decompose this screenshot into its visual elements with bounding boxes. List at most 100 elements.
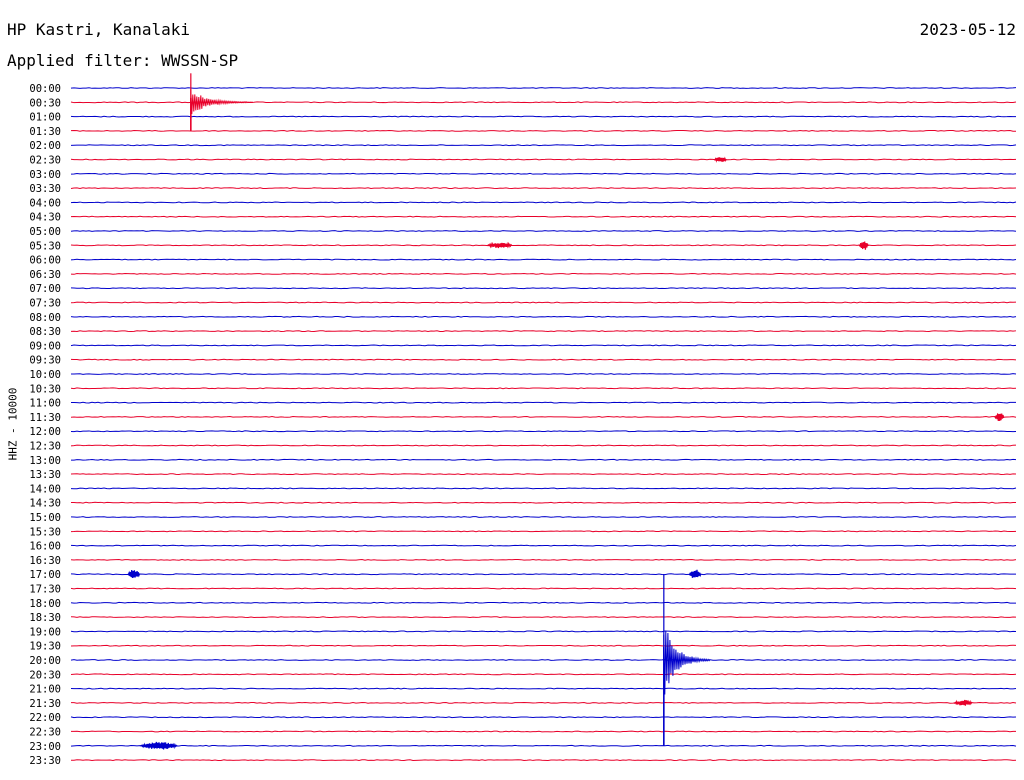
trace-row-1800 xyxy=(70,601,1017,604)
trace-row-1330 xyxy=(70,473,1017,476)
time-tick-label: 20:00 xyxy=(29,655,61,667)
trace-row-0130 xyxy=(70,129,1017,132)
trace-row-1930 xyxy=(70,644,1017,647)
signal-burst xyxy=(127,570,141,578)
time-tick-label: 23:30 xyxy=(29,755,61,767)
time-tick-label: 15:30 xyxy=(29,526,61,538)
trace-row-1130 xyxy=(70,415,1017,418)
time-tick-label: 00:30 xyxy=(29,97,61,109)
time-tick-label: 03:00 xyxy=(29,169,61,181)
trace-row-2230 xyxy=(70,730,1017,733)
time-tick-label: 13:30 xyxy=(29,469,61,481)
trace-row-1530 xyxy=(70,530,1017,533)
trace-row-0730 xyxy=(70,301,1017,304)
time-tick-label: 04:00 xyxy=(29,197,61,209)
time-tick-label: 02:30 xyxy=(29,155,61,167)
trace-row-0500 xyxy=(70,230,1017,232)
time-tick-label: 20:30 xyxy=(29,669,61,681)
time-tick-label: 12:30 xyxy=(29,441,61,453)
trace-row-2100 xyxy=(70,687,1017,690)
trace-row-0530 xyxy=(70,244,1017,247)
signal-burst xyxy=(953,699,973,706)
time-tick-label: 21:00 xyxy=(29,684,61,696)
trace-row-0300 xyxy=(70,172,1017,175)
signal-burst xyxy=(688,569,702,578)
time-tick-label: 10:00 xyxy=(29,369,61,381)
time-tick-label: 09:00 xyxy=(29,340,61,352)
trace-row-0230 xyxy=(70,158,1017,161)
trace-row-0400 xyxy=(70,201,1017,204)
time-tick-label: 16:30 xyxy=(29,555,61,567)
time-tick-label: 07:00 xyxy=(29,283,61,295)
signal-burst xyxy=(487,241,513,249)
time-tick-label: 22:30 xyxy=(29,727,61,739)
time-tick-label: 00:00 xyxy=(29,83,61,95)
signal-burst xyxy=(140,741,178,750)
trace-row-0330 xyxy=(70,187,1017,190)
trace-row-0630 xyxy=(70,272,1017,275)
time-tick-label: 06:30 xyxy=(29,269,61,281)
trace-row-0800 xyxy=(70,315,1017,318)
time-tick-label: 23:00 xyxy=(29,741,61,753)
time-tick-label: 17:30 xyxy=(29,584,61,596)
time-tick-label: 02:00 xyxy=(29,140,61,152)
time-tick-label: 11:00 xyxy=(29,398,61,410)
trace-row-1030 xyxy=(70,387,1017,390)
trace-row-1100 xyxy=(70,401,1017,404)
time-tick-label: 13:00 xyxy=(29,455,61,467)
trace-row-0430 xyxy=(70,215,1017,218)
time-tick-label: 19:30 xyxy=(29,641,61,653)
signal-burst xyxy=(713,156,727,163)
time-tick-label: 14:00 xyxy=(29,483,61,495)
time-tick-label: 18:00 xyxy=(29,598,61,610)
trace-row-2000 xyxy=(70,659,1017,661)
trace-row-2200 xyxy=(70,716,1017,719)
trace-row-1630 xyxy=(70,558,1017,561)
trace-row-0100 xyxy=(70,115,1017,118)
trace-row-2300 xyxy=(70,744,1017,747)
trace-row-1000 xyxy=(70,373,1017,375)
trace-row-1400 xyxy=(70,487,1017,490)
time-tick-label: 12:00 xyxy=(29,426,61,438)
trace-row-1730 xyxy=(70,587,1017,590)
time-tick-label: 17:00 xyxy=(29,569,61,581)
trace-row-1230 xyxy=(70,444,1017,447)
trace-row-0000 xyxy=(70,87,1017,89)
trace-row-0830 xyxy=(70,330,1017,333)
helicorder-plot: 00:00 00:30 01:00 01:30 02:00 02:30 03:00 03:30… xyxy=(29,73,1017,767)
time-tick-label: 18:30 xyxy=(29,612,61,624)
time-tick-label: 05:00 xyxy=(29,226,61,238)
trace-row-1700 xyxy=(70,573,1017,576)
time-tick-label: 21:30 xyxy=(29,698,61,710)
time-tick-label: 16:00 xyxy=(29,541,61,553)
trace-row-1300 xyxy=(71,458,1017,461)
signal-burst xyxy=(993,413,1005,421)
time-tick-label: 06:00 xyxy=(29,255,61,267)
earthquake-event xyxy=(663,574,711,746)
trace-row-0930 xyxy=(70,358,1017,361)
time-tick-label: 10:30 xyxy=(29,383,61,395)
trace-row-0600 xyxy=(70,258,1017,261)
time-tick-label: 22:00 xyxy=(29,712,61,724)
trace-row-1200 xyxy=(70,430,1017,433)
time-tick-label: 01:00 xyxy=(29,112,61,124)
time-tick-label: 08:00 xyxy=(29,312,61,324)
trace-row-0200 xyxy=(70,144,1017,147)
time-tick-label: 19:00 xyxy=(29,626,61,638)
time-tick-label: 07:30 xyxy=(29,298,61,310)
trace-row-1900 xyxy=(70,630,1017,633)
time-tick-label: 11:30 xyxy=(29,412,61,424)
trace-row-1830 xyxy=(70,616,1017,619)
trace-row-2130 xyxy=(70,701,1017,704)
trace-row-0900 xyxy=(70,344,1017,347)
trace-row-1500 xyxy=(70,516,1017,518)
time-tick-label: 09:30 xyxy=(29,355,61,367)
trace-row-2030 xyxy=(70,673,1017,676)
earthquake-event xyxy=(190,73,254,132)
time-tick-label: 05:30 xyxy=(29,240,61,252)
time-tick-label: 14:30 xyxy=(29,498,61,510)
signal-burst xyxy=(857,241,869,250)
trace-row-1430 xyxy=(70,501,1017,504)
time-tick-label: 08:30 xyxy=(29,326,61,338)
time-tick-label: 03:30 xyxy=(29,183,61,195)
